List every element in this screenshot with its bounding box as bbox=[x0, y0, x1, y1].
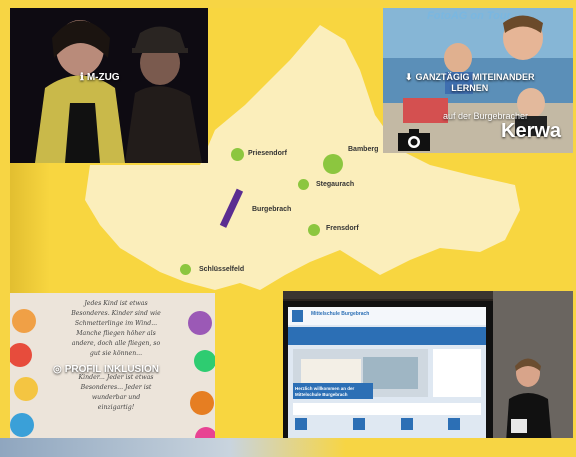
handwriting-line: andere, doch alle fliegen, so bbox=[71, 340, 161, 347]
place-dot-priesendorf bbox=[231, 148, 244, 161]
handwriting-line: einzigartig! bbox=[97, 404, 135, 411]
place-dot-frensdorf bbox=[308, 224, 320, 236]
handwriting-line: Besonderes. Kinder sind wie bbox=[71, 310, 161, 317]
mzug-text: M-ZUG bbox=[86, 72, 120, 83]
place-label-bamberg: Bamberg bbox=[348, 146, 379, 153]
handwriting-line: Besonderes... Jeder ist bbox=[80, 384, 152, 391]
download-icon: ⬇ bbox=[405, 72, 413, 82]
place-dot-bamberg bbox=[323, 154, 343, 174]
place-label-stegaurach: Stegaurach bbox=[316, 181, 355, 188]
tile-presentation[interactable]: Mittelschule Burgebrach Herzlich willkom… bbox=[283, 291, 573, 457]
tile-ganztaegig[interactable]: FotoAG on Tour ⬇ GANZTÄGIG MITEINANDER LE… bbox=[383, 8, 573, 153]
tile-ganztaegig-label: ⬇ GANZTÄGIG MITEINANDER LERNEN bbox=[405, 72, 535, 94]
tile-mzug[interactable]: ℹ M-ZUG bbox=[10, 8, 208, 163]
place-dot-schluesselfeld bbox=[180, 264, 191, 275]
inklusion-text: PROFIL INKLUSION bbox=[64, 364, 159, 375]
place-label-priesendorf: Priesendorf bbox=[248, 150, 287, 157]
tile-inklusion-label: ◎ PROFIL INKLUSION bbox=[53, 364, 159, 375]
handwriting-block: Jedes Kind ist etwas Besonderes. Kinder … bbox=[46, 299, 186, 413]
screen-caption: Herzlich willkommen an der Mittelschule … bbox=[295, 386, 355, 397]
ganztaegig-text-line2: LERNEN bbox=[451, 83, 489, 93]
circle-icon: ◎ bbox=[53, 364, 62, 375]
poster-kerwa: Kerwa bbox=[501, 120, 562, 142]
tile-profil-inklusion[interactable]: Jedes Kind ist etwas Besonderes. Kinder … bbox=[10, 293, 215, 453]
place-dot-stegaurach bbox=[298, 179, 309, 190]
collage: Priesendorf Bamberg Stegaurach Burgebrac… bbox=[0, 0, 576, 457]
handwriting-line: Schmetterlinge im Wind... bbox=[74, 320, 158, 327]
theatre-photo bbox=[10, 8, 208, 163]
place-label-schluesselfeld: Schlüsselfeld bbox=[199, 266, 245, 273]
place-label-burgebrach: Burgebrach bbox=[252, 206, 292, 213]
ganztaegig-text-line1: GANZTÄGIG MITEINANDER bbox=[415, 72, 535, 82]
bottom-strip bbox=[0, 438, 576, 457]
handwriting-line: Manche fliegen höher als bbox=[76, 330, 156, 337]
screen-title: Mittelschule Burgebrach bbox=[311, 311, 370, 317]
handwriting-line: wunderbar und bbox=[91, 394, 141, 401]
handwriting-line: Jedes Kind ist etwas bbox=[84, 300, 148, 307]
handwriting-line: gut sie können... bbox=[89, 350, 143, 357]
tile-mzug-label: ℹ M-ZUG bbox=[80, 72, 120, 83]
poster-title: FotoAG on Tour bbox=[427, 10, 511, 22]
place-label-frensdorf: Frensdorf bbox=[326, 225, 359, 232]
info-icon: ℹ bbox=[80, 72, 84, 83]
